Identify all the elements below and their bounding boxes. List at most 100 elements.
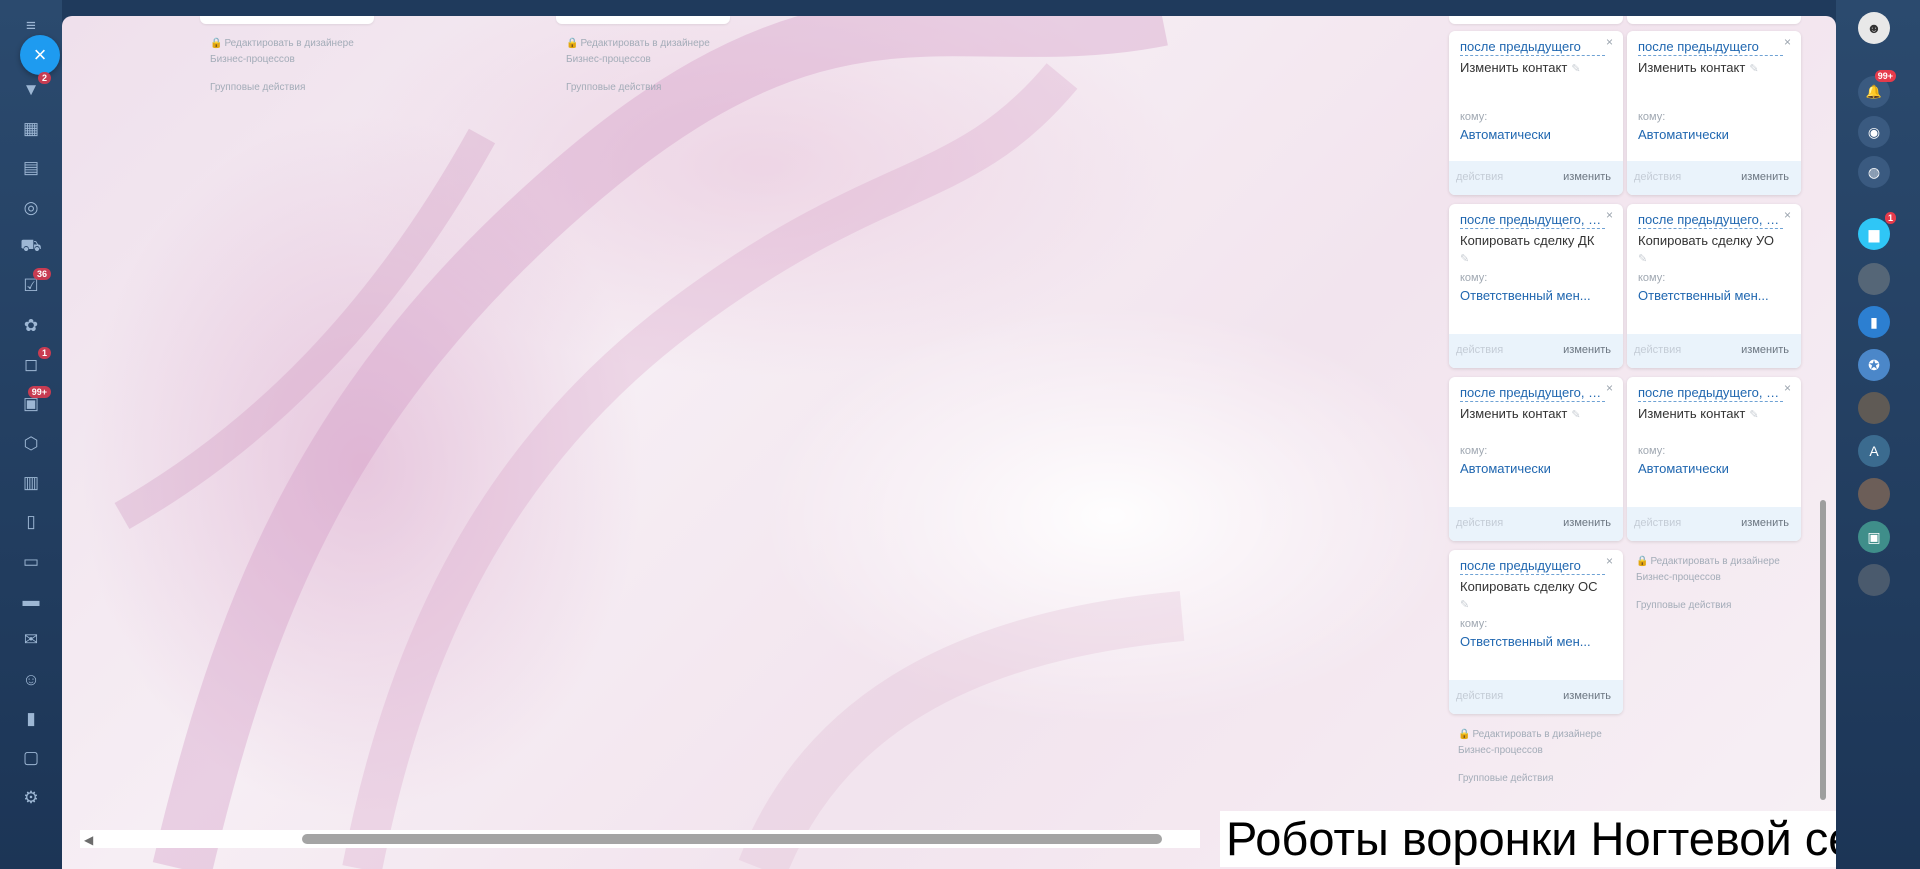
profile-avatar[interactable]: ☻ bbox=[1858, 12, 1890, 44]
chat-icon[interactable]: ◻ 1 bbox=[17, 347, 51, 379]
close-icon[interactable]: × bbox=[1606, 554, 1613, 568]
sites-icon[interactable]: ▢ bbox=[17, 744, 45, 772]
contact-avatar-1[interactable] bbox=[1858, 263, 1890, 295]
close-slider-button[interactable]: × bbox=[20, 35, 60, 75]
inbox-icon[interactable]: ▬ bbox=[17, 587, 45, 615]
chat-search-icon[interactable]: ◍ bbox=[1858, 156, 1890, 188]
robot-trigger-link[interactable]: после предыдущего, п... bbox=[1638, 212, 1783, 229]
close-icon[interactable]: × bbox=[1606, 208, 1613, 222]
scroll-left-arrow-icon[interactable]: ◀ bbox=[84, 833, 93, 847]
vertical-scrollbar-thumb[interactable] bbox=[1820, 500, 1826, 800]
to-value-link[interactable]: Ответственный мен... bbox=[1638, 288, 1788, 303]
group-actions-link[interactable]: Групповые действия bbox=[210, 80, 354, 96]
tasks-icon[interactable]: ☑ 36 bbox=[17, 268, 51, 300]
store-icon[interactable]: ▤ bbox=[17, 154, 45, 182]
integration-icon[interactable]: ✿ bbox=[17, 312, 45, 340]
contact-avatar-6[interactable] bbox=[1858, 564, 1890, 596]
change-link[interactable]: изменить bbox=[1741, 517, 1789, 529]
edit-in-designer-link[interactable]: Редактировать в дизайнере bbox=[580, 38, 709, 49]
actions-link[interactable]: действия bbox=[1634, 344, 1681, 356]
robot-card[interactable]: после предыдущего, п... × Копировать сде… bbox=[1627, 204, 1801, 368]
contact-avatar-a[interactable]: A bbox=[1858, 435, 1890, 467]
pencil-icon[interactable]: ✎ bbox=[1460, 599, 1469, 611]
robot-trigger-link[interactable]: после предыдущего bbox=[1460, 558, 1605, 575]
edit-in-designer-link-2[interactable]: Бизнес-процессов bbox=[1458, 745, 1543, 756]
group-actions-link[interactable]: Групповые действия bbox=[1636, 598, 1780, 614]
bookmark-icon[interactable]: ▮ bbox=[1858, 306, 1890, 338]
robot-trigger-link[interactable]: после предыдущего bbox=[1638, 39, 1783, 56]
funnel-icon[interactable]: ▼ 2 bbox=[17, 72, 51, 104]
pencil-icon[interactable]: ✎ bbox=[1638, 253, 1647, 265]
to-value-link[interactable]: Ответственный мен... bbox=[1460, 288, 1610, 303]
to-value-link[interactable]: Ответственный мен... bbox=[1460, 634, 1610, 649]
robot-card[interactable]: после предыдущего, п... × Изменить конта… bbox=[1627, 377, 1801, 541]
edit-in-designer-link-2[interactable]: Бизнес-процессов bbox=[566, 54, 651, 65]
edit-in-designer-link-2[interactable]: Бизнес-процессов bbox=[210, 54, 295, 65]
close-icon[interactable]: × bbox=[1784, 381, 1791, 395]
to-value-link[interactable]: Автоматически bbox=[1638, 127, 1788, 142]
close-icon[interactable]: × bbox=[1606, 381, 1613, 395]
change-link[interactable]: изменить bbox=[1563, 344, 1611, 356]
actions-link[interactable]: действия bbox=[1456, 171, 1503, 183]
horizontal-scrollbar-thumb[interactable] bbox=[302, 834, 1162, 844]
robot-card[interactable]: после предыдущего × Изменить контакт ✎ ко… bbox=[1449, 31, 1623, 195]
cart-icon[interactable]: ⛟ bbox=[17, 233, 45, 261]
actions-link[interactable]: действия bbox=[1456, 517, 1503, 529]
robot-card[interactable]: после предыдущего, п... × Изменить конта… bbox=[1449, 377, 1623, 541]
group-actions-link[interactable]: Групповые действия bbox=[1458, 771, 1602, 787]
schedule-icon[interactable]: ▥ bbox=[17, 469, 45, 497]
change-link[interactable]: изменить bbox=[1563, 171, 1611, 183]
robots-slider-panel: 🔒 Редактировать в дизайнере Бизнес-процес… bbox=[62, 16, 1836, 869]
mail-icon[interactable]: ✉ bbox=[17, 626, 45, 654]
change-link[interactable]: изменить bbox=[1563, 517, 1611, 529]
robot-trigger-link[interactable]: после предыдущего bbox=[1460, 39, 1605, 56]
contact-avatar-3[interactable] bbox=[1858, 392, 1890, 424]
edit-in-designer-link[interactable]: Редактировать в дизайнере bbox=[1472, 729, 1601, 740]
change-link[interactable]: изменить bbox=[1741, 344, 1789, 356]
fingerprint-icon[interactable]: ◉ bbox=[1858, 116, 1890, 148]
notifications-icon[interactable]: 🔔 99+ bbox=[1858, 70, 1896, 108]
analytics-icon[interactable]: ▮ bbox=[17, 705, 45, 733]
messenger-icon[interactable]: ▆ 1 bbox=[1858, 212, 1896, 250]
actions-link[interactable]: действия bbox=[1456, 690, 1503, 702]
close-icon[interactable]: × bbox=[1606, 35, 1613, 49]
actions-link[interactable]: действия bbox=[1456, 344, 1503, 356]
robot-trigger-link[interactable]: после предыдущего, п... bbox=[1460, 212, 1605, 229]
pencil-icon[interactable]: ✎ bbox=[1749, 63, 1758, 75]
group-actions-link[interactable]: Групповые действия bbox=[566, 80, 710, 96]
calendar-icon[interactable]: ▦ bbox=[17, 115, 45, 143]
monitor-icon[interactable]: ▭ bbox=[17, 548, 45, 576]
change-link[interactable]: изменить bbox=[1741, 171, 1789, 183]
contact-avatar-5[interactable]: ▣ bbox=[1858, 521, 1890, 553]
edit-in-designer-link[interactable]: Редактировать в дизайнере bbox=[224, 38, 353, 49]
robot-trigger-link[interactable]: после предыдущего, п... bbox=[1638, 385, 1783, 402]
robot-trigger-link[interactable]: после предыдущего, п... bbox=[1460, 385, 1605, 402]
pencil-icon[interactable]: ✎ bbox=[1571, 409, 1580, 421]
document-icon[interactable]: ▯ bbox=[17, 508, 45, 536]
close-icon[interactable]: × bbox=[1784, 208, 1791, 222]
to-value-link[interactable]: Автоматически bbox=[1638, 461, 1788, 476]
change-link[interactable]: изменить bbox=[1563, 690, 1611, 702]
target-icon[interactable]: ◎ bbox=[17, 194, 45, 222]
to-value-link[interactable]: Автоматически bbox=[1460, 127, 1610, 142]
users-icon[interactable]: ☺ bbox=[17, 666, 45, 694]
pencil-icon[interactable]: ✎ bbox=[1460, 253, 1469, 265]
horizontal-scrollbar[interactable]: ◀ bbox=[80, 830, 1200, 848]
pencil-icon[interactable]: ✎ bbox=[1571, 63, 1580, 75]
actions-link[interactable]: действия bbox=[1634, 517, 1681, 529]
robot-card[interactable]: после предыдущего, п... × Копировать сде… bbox=[1449, 204, 1623, 368]
edit-in-designer-link[interactable]: Редактировать в дизайнере bbox=[1650, 556, 1779, 567]
settings-icon[interactable]: ⚙ bbox=[17, 784, 45, 812]
to-value-link[interactable]: Автоматически bbox=[1460, 461, 1610, 476]
contact-avatar-4[interactable] bbox=[1858, 478, 1890, 510]
contact-avatar-2[interactable]: ✪ bbox=[1858, 349, 1890, 381]
actions-link[interactable]: действия bbox=[1634, 171, 1681, 183]
close-icon[interactable]: × bbox=[1784, 35, 1791, 49]
robot-card[interactable]: после предыдущего × Изменить контакт ✎ ко… bbox=[1627, 31, 1801, 195]
card-stub bbox=[1449, 16, 1623, 24]
feed-icon[interactable]: ▣ 99+ bbox=[17, 386, 51, 418]
edit-in-designer-link-2[interactable]: Бизнес-процессов bbox=[1636, 572, 1721, 583]
robot-card[interactable]: после предыдущего × Копировать сделку ОС… bbox=[1449, 550, 1623, 714]
shield-icon[interactable]: ⬡ bbox=[17, 430, 45, 458]
pencil-icon[interactable]: ✎ bbox=[1749, 409, 1758, 421]
